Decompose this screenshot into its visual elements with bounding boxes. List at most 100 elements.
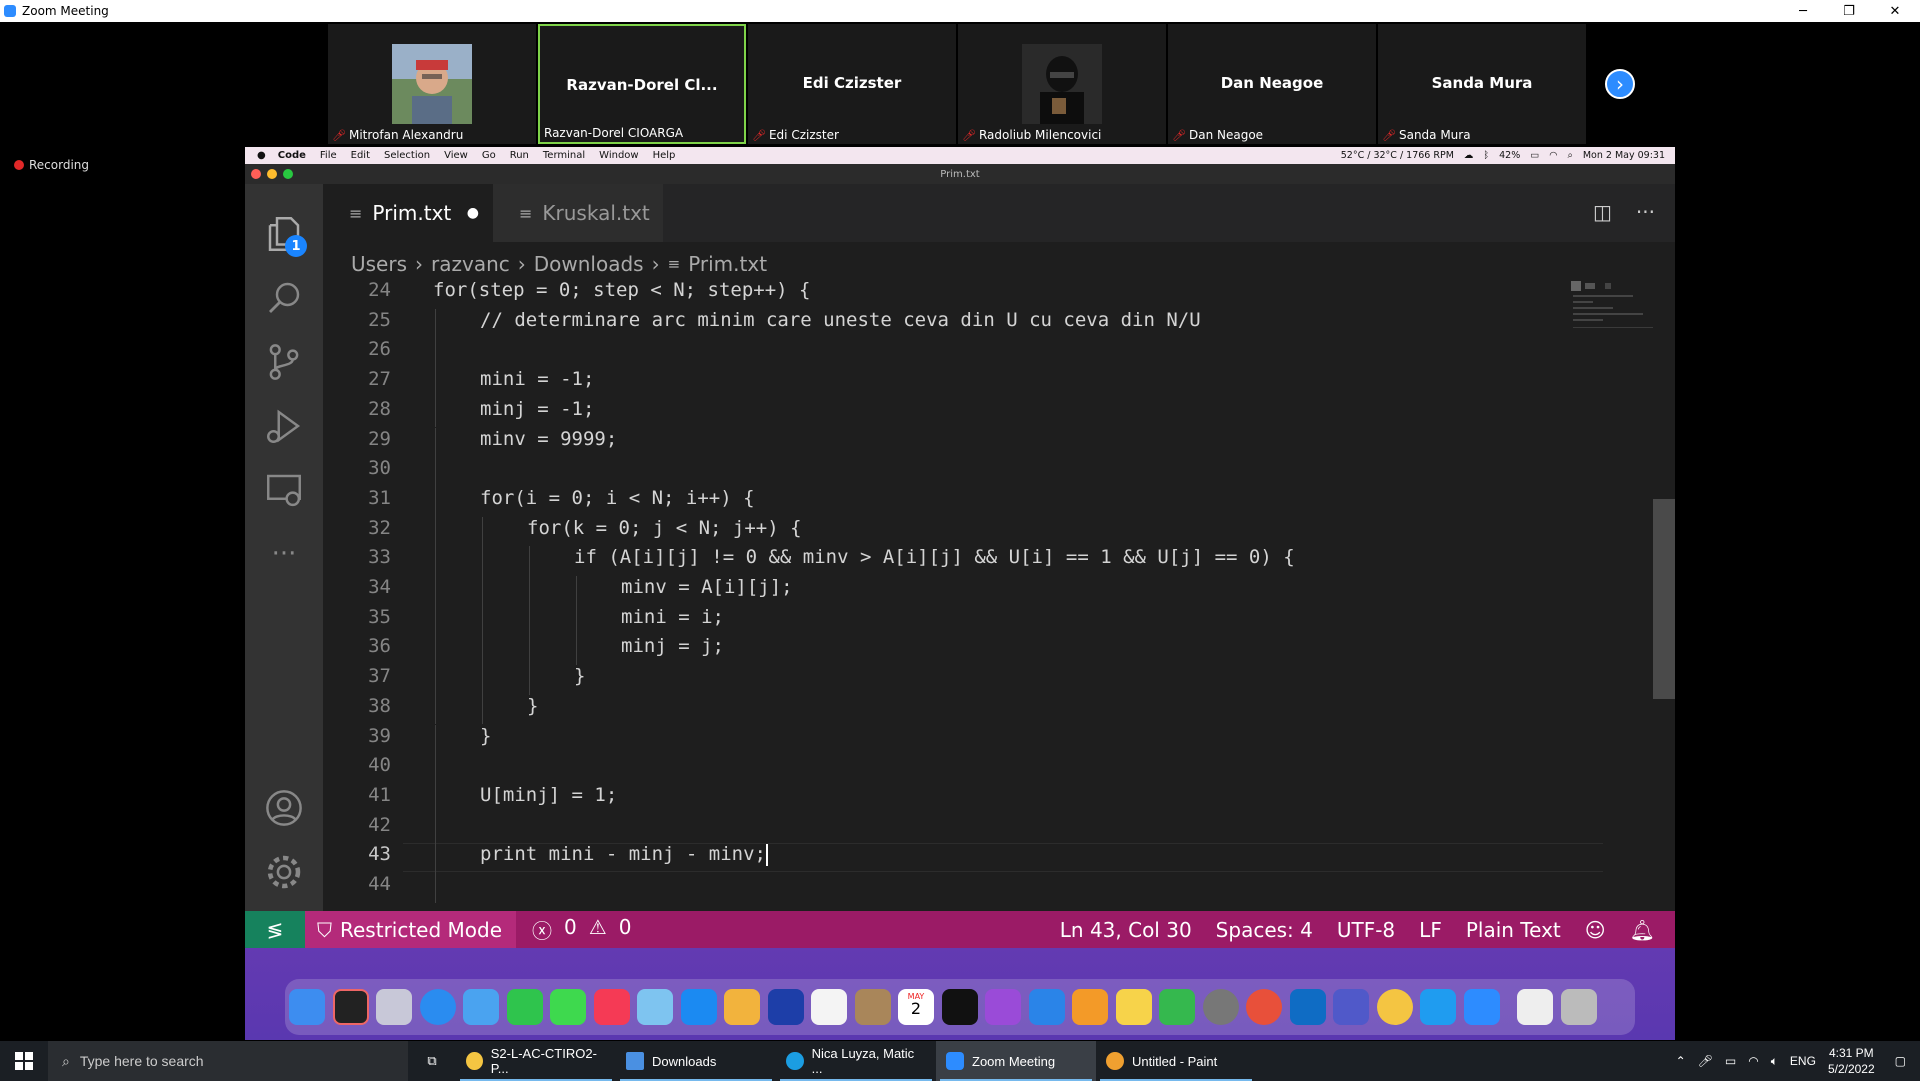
- source-control-button[interactable]: [245, 330, 323, 394]
- tab-prim[interactable]: ≡ Prim.txt ●: [323, 184, 493, 242]
- participant-tile[interactable]: 🎤︎ Radoliub Milencovici: [958, 24, 1166, 144]
- menu-terminal[interactable]: Terminal: [543, 150, 585, 161]
- notifications-icon[interactable]: ▢: [1895, 1054, 1906, 1068]
- document-icon[interactable]: [1517, 989, 1553, 1025]
- git-client-icon[interactable]: [1246, 989, 1282, 1025]
- code-line[interactable]: 38}: [323, 694, 1623, 725]
- music-icon[interactable]: [593, 989, 630, 1025]
- accounts-button[interactable]: [245, 776, 323, 840]
- breadcrumb-item[interactable]: Users: [351, 252, 407, 276]
- trash-icon[interactable]: [1560, 989, 1597, 1025]
- code-line[interactable]: 32 for(k = 0; j < N; j++) {: [323, 516, 1623, 547]
- wifi-icon[interactable]: ◠: [1549, 150, 1557, 161]
- breadcrumb-item[interactable]: Prim.txt: [688, 252, 767, 276]
- keynote-icon[interactable]: [1028, 989, 1065, 1025]
- more-actions-icon[interactable]: ···: [1636, 200, 1655, 224]
- explorer-button[interactable]: 1: [245, 202, 323, 266]
- code-line[interactable]: 35 mini = i;: [323, 605, 1623, 636]
- encoding[interactable]: UTF-8: [1337, 918, 1395, 942]
- taskbar-app-chrome[interactable]: S2-L-AC-CTIRO2-P...: [456, 1041, 616, 1081]
- numbers-icon[interactable]: [1159, 989, 1195, 1025]
- code-line[interactable]: 25 // determinare arc minim care uneste c…: [323, 308, 1623, 339]
- close-window-icon[interactable]: [251, 169, 261, 179]
- problems-button[interactable]: ⓧ 0 ⚠ 0: [532, 915, 631, 944]
- vertical-scrollbar[interactable]: [1653, 499, 1675, 699]
- minimize-window-icon[interactable]: [267, 169, 277, 179]
- chevron-up-icon[interactable]: ⌃: [1676, 1054, 1686, 1068]
- participant-tile[interactable]: Dan Neagoe 🎤︎ Dan Neagoe: [1168, 24, 1376, 144]
- finder-icon[interactable]: [289, 989, 325, 1025]
- search-button[interactable]: [245, 266, 323, 330]
- code-line[interactable]: 34 minv = A[i][j];: [323, 576, 1623, 606]
- battery-icon[interactable]: ▭: [1530, 150, 1539, 161]
- menu-view[interactable]: View: [444, 150, 468, 161]
- code-line[interactable]: 31 for(i = 0; i < N; i++) {: [323, 486, 1623, 517]
- breadcrumb-item[interactable]: Downloads: [534, 252, 644, 276]
- bitwarden-icon[interactable]: [767, 989, 804, 1025]
- facetime-icon[interactable]: [506, 989, 543, 1025]
- code-line[interactable]: 26: [323, 338, 1623, 369]
- code-editor[interactable]: 24 for(step = 0; step < N; step++) {25 // …: [323, 279, 1675, 911]
- menu-go[interactable]: Go: [482, 150, 496, 161]
- taskbar-app-downloads[interactable]: Downloads: [616, 1041, 776, 1081]
- zoom-icon[interactable]: [1463, 989, 1500, 1025]
- vscode-icon[interactable]: [1420, 989, 1456, 1025]
- code-line[interactable]: 33 if (A[i][j] != 0 && minv > A[i][j] && …: [323, 546, 1623, 576]
- taskbar-app-paint[interactable]: Untitled - Paint: [1096, 1041, 1256, 1081]
- network-icon[interactable]: ◠: [1748, 1054, 1758, 1068]
- run-debug-button[interactable]: [245, 394, 323, 458]
- indentation[interactable]: Spaces: 4: [1216, 918, 1313, 942]
- code-line[interactable]: 24 for(step = 0; step < N; step++) {: [323, 279, 1623, 309]
- participant-tile[interactable]: Edi Czizster 🎤︎ Edi Czizster: [748, 24, 956, 144]
- cloud-icon[interactable]: ☁: [1464, 150, 1474, 161]
- menu-selection[interactable]: Selection: [384, 150, 430, 161]
- code-line[interactable]: 43 print mini - minj - minv;: [323, 843, 1623, 873]
- code-line[interactable]: 40: [323, 754, 1623, 784]
- restore-button[interactable]: ❐: [1826, 0, 1872, 22]
- breadcrumb-item[interactable]: razvanc: [431, 252, 510, 276]
- podcasts-icon[interactable]: [985, 989, 1021, 1025]
- microphone-icon[interactable]: 🎤︎: [1698, 1054, 1713, 1068]
- manage-button[interactable]: [245, 840, 323, 904]
- code-line[interactable]: 37}: [323, 665, 1623, 695]
- bell-icon[interactable]: 🔔︎: [1630, 918, 1655, 942]
- taskbar-app-edge[interactable]: Nica Luyza, Matic ...: [776, 1041, 936, 1081]
- code-line[interactable]: 29 minv = 9999;: [323, 427, 1623, 458]
- modified-dot-icon[interactable]: ●: [467, 205, 479, 221]
- contacts-icon[interactable]: [854, 989, 891, 1025]
- code-line[interactable]: 28 minj = -1;: [323, 397, 1623, 428]
- code-line[interactable]: 36 minj = j;: [323, 635, 1623, 666]
- cursor-position[interactable]: Ln 43, Col 30: [1060, 918, 1192, 942]
- code-line[interactable]: 39}: [323, 724, 1623, 755]
- safari-icon[interactable]: [419, 989, 456, 1025]
- calendar-icon[interactable]: MAY 2: [898, 989, 934, 1025]
- menu-help[interactable]: Help: [653, 150, 676, 161]
- close-button[interactable]: ✕: [1872, 0, 1918, 22]
- teams-icon[interactable]: [1333, 989, 1369, 1025]
- launchpad-icon[interactable]: [376, 989, 412, 1025]
- zoom-window-icon[interactable]: [283, 169, 293, 179]
- apple-tv-icon[interactable]: [941, 989, 978, 1025]
- photos-icon[interactable]: [724, 989, 760, 1025]
- participant-tile-active[interactable]: Razvan-Dorel Cl... Razvan-Dorel CIOARGA: [538, 24, 746, 144]
- taskbar-app-zoom[interactable]: Zoom Meeting: [936, 1041, 1096, 1081]
- participant-tile[interactable]: Sanda Mura 🎤︎ Sanda Mura: [1378, 24, 1586, 144]
- chrome-icon[interactable]: [1376, 989, 1413, 1025]
- clock[interactable]: 4:31 PM 5/2/2022: [1828, 1045, 1875, 1077]
- code-line[interactable]: 42: [323, 813, 1623, 844]
- menu-app[interactable]: Code: [278, 150, 306, 161]
- app-store-icon[interactable]: [680, 989, 717, 1025]
- tab-kruskal[interactable]: ≡ Kruskal.txt: [493, 184, 663, 242]
- bluetooth-icon[interactable]: ᛒ: [1483, 150, 1489, 161]
- volume-icon[interactable]: 🔈︎: [1771, 1054, 1778, 1069]
- end-of-line[interactable]: LF: [1419, 918, 1442, 942]
- more-views-button[interactable]: ···: [245, 522, 323, 586]
- participant-tile[interactable]: 🎤︎ Mitrofan Alexandru: [328, 24, 536, 144]
- next-participants-button[interactable]: ›: [1605, 69, 1635, 99]
- menu-file[interactable]: File: [320, 150, 337, 161]
- mail-icon[interactable]: [463, 989, 499, 1025]
- code-line[interactable]: 41 U[minj] = 1;: [323, 783, 1623, 814]
- minimap[interactable]: [1569, 279, 1653, 349]
- messages-icon[interactable]: [550, 989, 586, 1025]
- mac-datetime[interactable]: Mon 2 May 09:31: [1583, 150, 1665, 161]
